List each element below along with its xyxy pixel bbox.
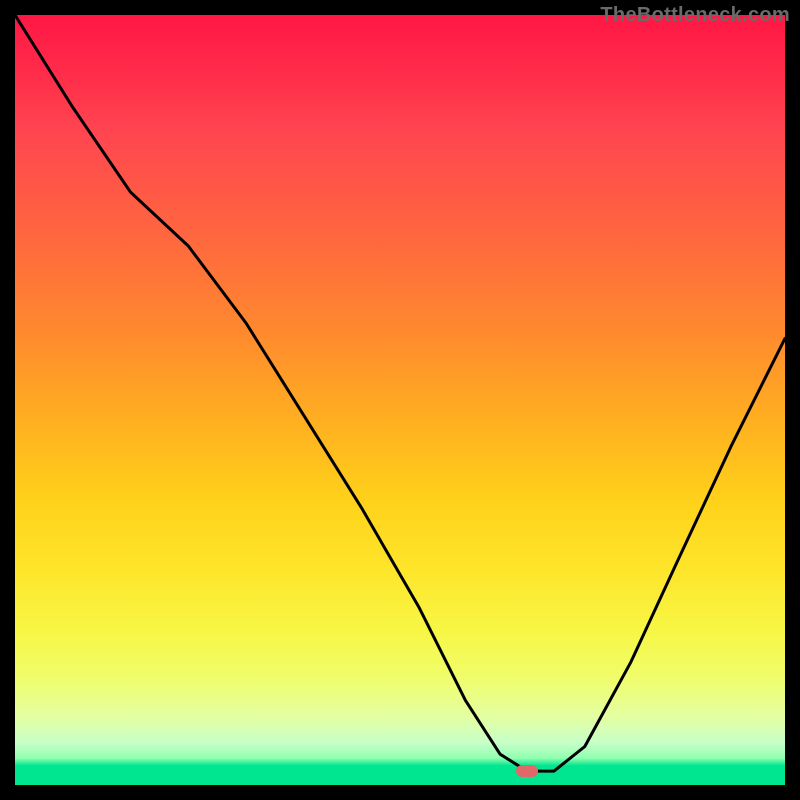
curve-svg [15, 15, 785, 785]
bottleneck-curve [15, 15, 785, 771]
watermark-text: TheBottleneck.com [600, 4, 790, 27]
plot-area [15, 15, 785, 785]
optimal-point-marker [516, 765, 538, 777]
chart-container: TheBottleneck.com [0, 0, 800, 800]
